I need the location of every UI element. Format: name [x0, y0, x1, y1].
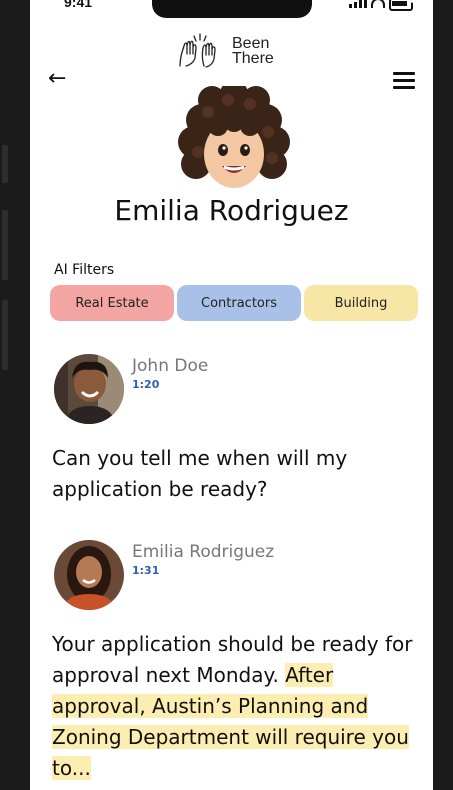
sender-name: John Doe [132, 356, 209, 376]
message-time: 1:20 [132, 378, 160, 391]
phone-bezel-right [433, 0, 453, 790]
hands-logo-icon [179, 33, 216, 68]
chip-label: Contractors [201, 295, 277, 311]
filter-chips: Real Estate Contractors Building [50, 285, 418, 321]
filter-chip-building[interactable]: Building [304, 285, 418, 321]
brand-logo[interactable]: Been There [176, 32, 274, 70]
avatar-john-doe[interactable] [54, 354, 124, 424]
notch [152, 0, 312, 18]
mute-switch [2, 145, 8, 183]
sender-name: Emilia Rodriguez [132, 542, 275, 562]
signal-icon [349, 0, 367, 8]
brand-name: Been There [232, 35, 274, 67]
message-text-plain: Your application should be ready for app… [52, 632, 413, 687]
battery-icon [389, 0, 413, 11]
hamburger-menu-icon[interactable] [393, 72, 415, 93]
message-header-john: John Doe 1:20 [54, 354, 208, 424]
message-header-emilia: Emilia Rodriguez 1:31 [54, 540, 274, 610]
status-time: 9:41 [64, 0, 93, 10]
phone-frame: 9:41 Been There ← Emilia Rodriguez AI Fi… [0, 0, 453, 790]
filter-chip-contractors[interactable]: Contractors [177, 285, 301, 321]
message-text-john: Can you tell me when will my application… [52, 446, 348, 501]
ai-filters-label: AI Filters [54, 262, 115, 278]
wifi-icon [371, 0, 385, 8]
message-text-emilia: Your application should be ready for app… [52, 629, 422, 784]
profile-avatar [178, 86, 290, 188]
filter-chip-real-estate[interactable]: Real Estate [50, 285, 174, 321]
message-time: 1:31 [132, 564, 160, 577]
chip-label: Real Estate [75, 295, 149, 311]
brand-line1: Been [232, 35, 270, 52]
phone-bezel-left [0, 0, 30, 790]
avatar-emilia-rodriguez[interactable] [54, 540, 124, 610]
profile-name: Emilia Rodriguez [114, 194, 349, 227]
volume-up-button [2, 210, 8, 280]
back-arrow-icon[interactable]: ← [48, 66, 66, 91]
brand-line2: There [232, 50, 274, 67]
status-icons [349, 0, 413, 11]
volume-down-button [2, 300, 8, 370]
status-bar: 9:41 [30, 0, 433, 20]
app-screen: 9:41 Been There ← Emilia Rodriguez AI Fi… [30, 0, 433, 790]
chip-label: Building [334, 295, 388, 311]
